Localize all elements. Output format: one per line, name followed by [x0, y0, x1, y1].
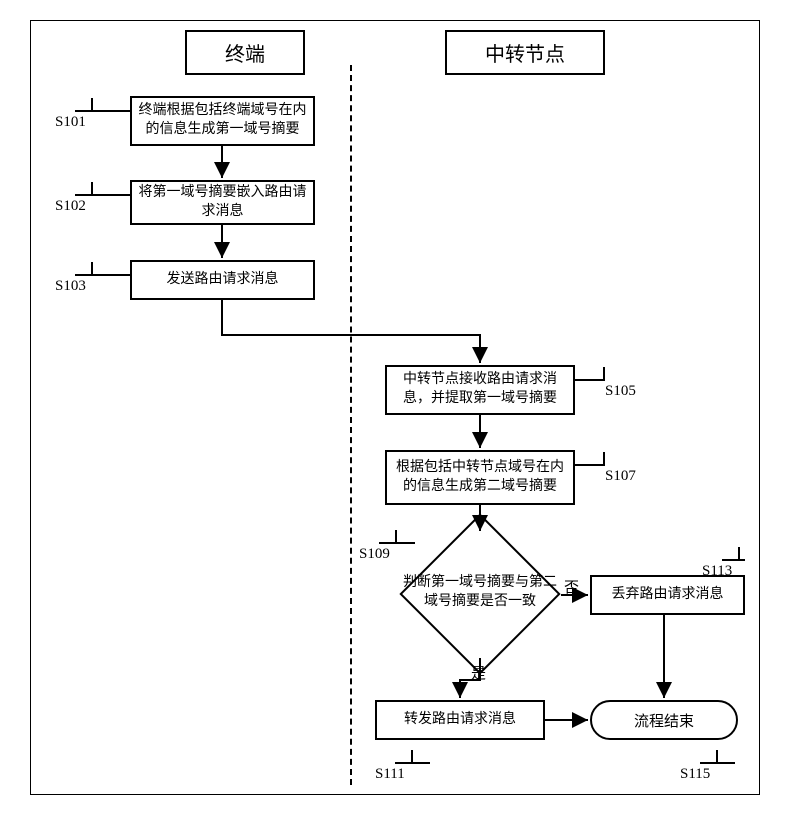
step-s101: 终端根据包括终端域号在内的信息生成第一域号摘要: [130, 96, 315, 146]
step-marker-icon: [395, 750, 413, 764]
step-s102-tag: S102: [55, 198, 86, 215]
step-marker-icon: [379, 530, 397, 544]
lane-header-relay: 中转节点: [445, 30, 605, 75]
step-marker-icon: [75, 182, 93, 196]
step-s111: 转发路由请求消息: [375, 700, 545, 740]
step-marker-icon: [700, 750, 718, 764]
lane-header-terminal: 终端: [185, 30, 305, 75]
step-s113: 丢弃路由请求消息: [590, 575, 745, 615]
step-s107: 根据包括中转节点域号在内的信息生成第二域号摘要: [385, 450, 575, 505]
step-s105: 中转节点接收路由请求消息，并提取第一域号摘要: [385, 365, 575, 415]
step-marker-icon: [587, 452, 605, 466]
edge-label-yes: 是: [471, 662, 486, 683]
lane-divider: [350, 65, 352, 785]
step-s101-tag: S101: [55, 114, 86, 131]
step-s107-tag: S107: [605, 468, 636, 485]
step-s113-tag: S113: [702, 563, 732, 580]
decision-s109-text: 判断第一域号摘要与第二域号摘要是否一致: [400, 574, 560, 612]
step-marker-icon: [75, 262, 93, 276]
step-s111-tag: S111: [375, 766, 405, 783]
step-marker-icon: [587, 367, 605, 381]
step-marker-icon: [75, 98, 93, 112]
step-marker-icon: [722, 547, 740, 561]
step-s103: 发送路由请求消息: [130, 260, 315, 300]
step-s115-tag: S115: [680, 766, 710, 783]
step-s109-tag: S109: [359, 546, 390, 563]
diagram-canvas: 终端 中转节点 终端根据包括终端域号在内的信息生成第一域号摘要 S101 将第一…: [0, 0, 800, 817]
terminator-s115: 流程结束: [590, 700, 738, 740]
step-s103-tag: S103: [55, 278, 86, 295]
edge-label-no: 否: [564, 576, 579, 597]
step-s102: 将第一域号摘要嵌入路由请求消息: [130, 180, 315, 225]
step-s105-tag: S105: [605, 383, 636, 400]
